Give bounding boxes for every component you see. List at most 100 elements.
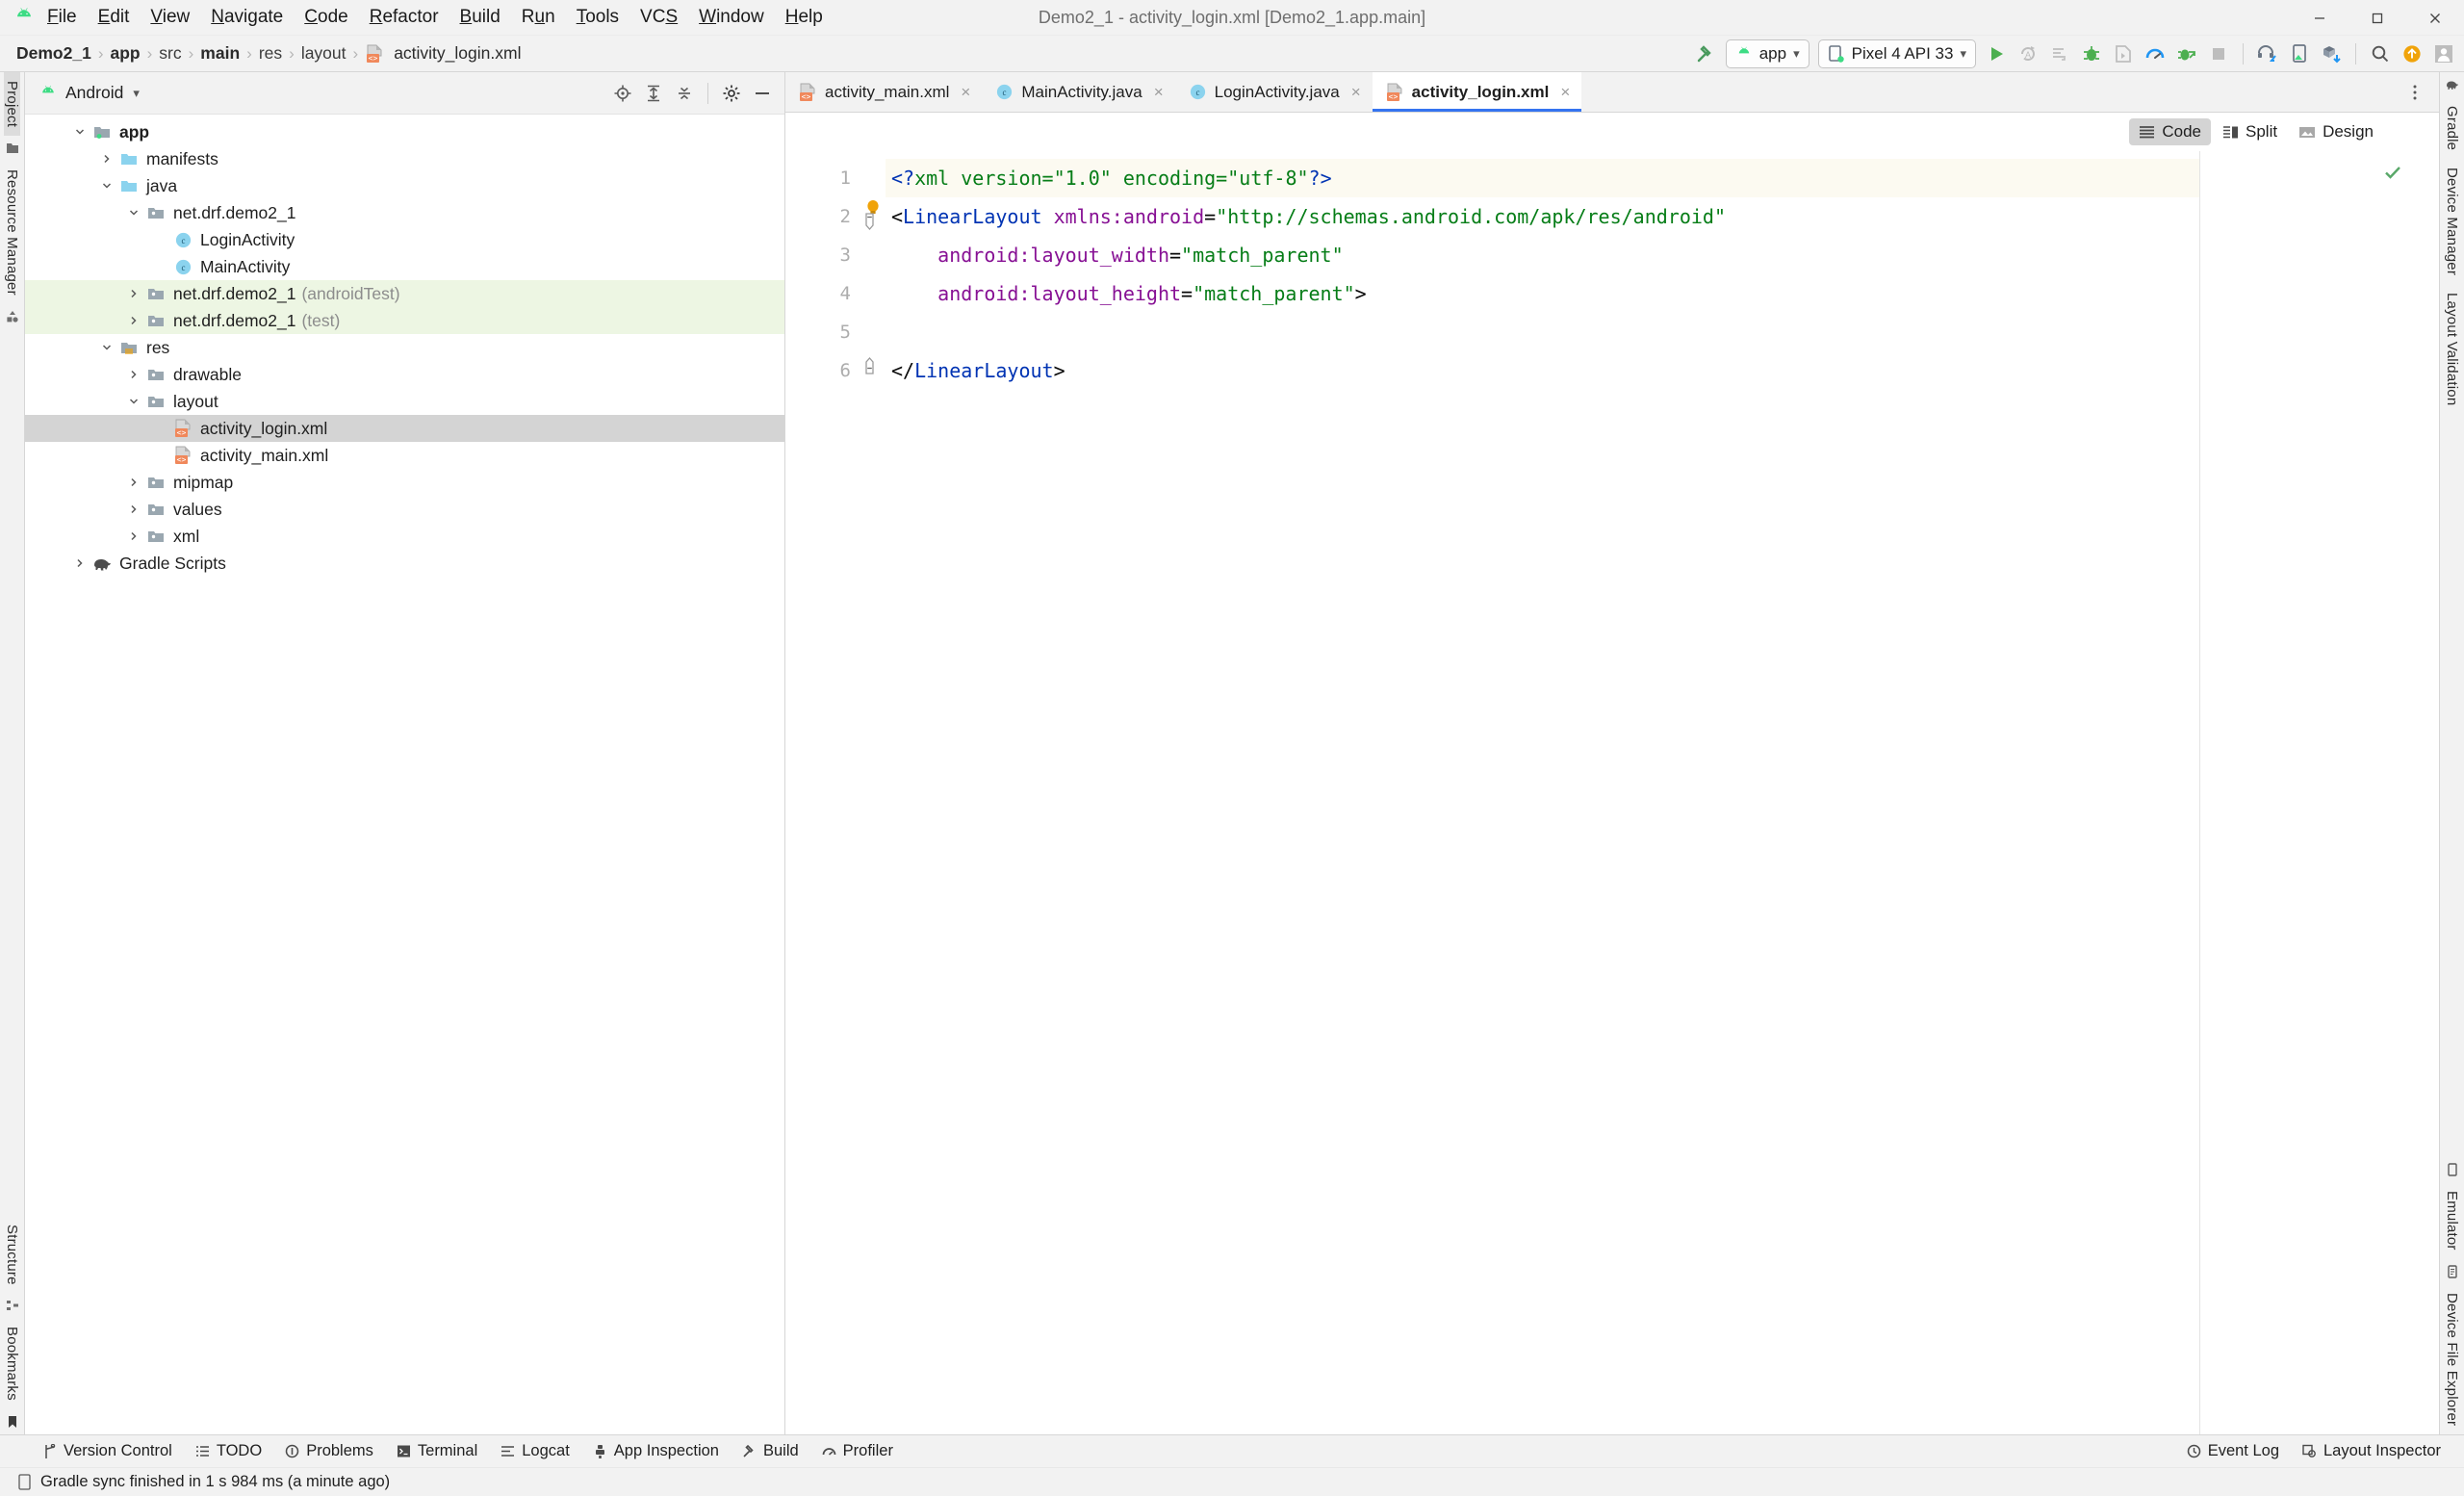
chevron-down-icon[interactable] [69,126,90,138]
rail-item-project[interactable]: Project [4,72,20,136]
tree-node-drawable[interactable]: drawable [25,361,784,388]
rail-item-gradle[interactable]: Gradle [2444,97,2460,159]
inspection-panel[interactable] [2200,151,2439,1434]
attach-debugger-button[interactable] [2172,39,2201,68]
minus-icon[interactable] [748,79,777,108]
more-options-icon[interactable] [2400,78,2429,107]
code-line-4[interactable]: android:layout_height="match_parent"> [886,274,2199,313]
minimize-button[interactable] [2291,0,2348,36]
fold-end-marker-icon[interactable] [863,357,879,376]
menu-view[interactable]: View [140,4,200,31]
code-line-6[interactable]: </LinearLayout> [886,351,2199,390]
menu-run[interactable]: Run [511,4,566,31]
chevron-right-icon[interactable] [123,503,144,515]
fold-gutter[interactable] [860,151,886,1434]
tree-node-res[interactable]: res [25,334,784,361]
code-content[interactable]: <?xml version="1.0" encoding="utf-8"?> <… [886,151,2200,1434]
rail-item-bookmarks[interactable]: Bookmarks [4,1318,20,1409]
editor-tab-login-activity-java[interactable]: c LoginActivity.java × [1175,72,1373,112]
close-icon[interactable]: × [961,83,970,102]
tree-node-manifests[interactable]: manifests [25,145,784,172]
resource-manager-icon[interactable] [6,304,19,329]
close-icon[interactable]: × [1154,83,1164,102]
hammer-build-icon[interactable] [1691,39,1720,68]
chevron-right-icon[interactable] [123,369,144,380]
mode-code-button[interactable]: Code [2129,118,2211,145]
rail-item-layout-validation[interactable]: Layout Validation [2444,284,2460,414]
chevron-right-icon[interactable] [123,530,144,542]
bottom-item-version-control[interactable]: Version Control [33,1438,182,1464]
tree-node-mipmap[interactable]: mipmap [25,469,784,496]
menu-window[interactable]: Window [688,4,775,31]
breadcrumb-item-2[interactable]: src [154,42,186,64]
chevron-down-icon[interactable] [96,342,117,353]
code-line-5[interactable] [886,313,2199,351]
chevron-down-icon[interactable] [123,207,144,219]
bottom-item-todo[interactable]: TODO [186,1438,271,1464]
chevron-right-icon[interactable] [96,153,117,165]
bottom-item-build[interactable]: Build [732,1438,808,1464]
profiler-gauge-icon[interactable] [2141,39,2169,68]
mode-design-button[interactable]: Design [2289,118,2383,145]
fold-marker-icon[interactable] [863,211,879,232]
tree-node-app[interactable]: app [25,118,784,145]
chevron-right-icon[interactable] [123,315,144,326]
rail-item-structure[interactable]: Structure [4,1216,20,1294]
code-line-1[interactable]: <?xml version="1.0" encoding="utf-8"?> [886,159,2199,197]
tree-node-java[interactable]: java [25,172,784,199]
mode-split-button[interactable]: Split [2213,118,2287,145]
tree-node-activity-main-xml[interactable]: <> activity_main.xml [25,442,784,469]
chevron-down-icon[interactable]: ▾ [133,86,140,101]
project-view-selector-label[interactable]: Android [65,83,123,103]
search-icon[interactable] [2366,39,2395,68]
debug-bug-icon[interactable] [2077,39,2106,68]
rail-item-device-manager[interactable]: Device Manager [2444,159,2460,284]
bottom-item-profiler[interactable]: Profiler [812,1438,903,1464]
target-crosshair-icon[interactable] [608,79,637,108]
tree-node-xml[interactable]: xml [25,523,784,550]
bookmark-icon[interactable] [6,1409,19,1434]
device-selector[interactable]: Pixel 4 API 33 ▾ [1818,39,1976,68]
editor-tab-activity-login-xml[interactable]: <> activity_login.xml × [1373,72,1582,112]
menu-file[interactable]: File [37,4,88,31]
tree-node-package-test[interactable]: net.drf.demo2_1 (test) [25,307,784,334]
gear-icon[interactable] [717,79,746,108]
project-icon[interactable] [6,136,19,161]
bottom-item-terminal[interactable]: Terminal [387,1438,487,1464]
menu-edit[interactable]: Edit [88,4,141,31]
layout-inspector-button[interactable] [2285,39,2314,68]
breadcrumb-item-4[interactable]: res [254,42,287,64]
tree-node-package-main[interactable]: net.drf.demo2_1 [25,199,784,226]
maximize-button[interactable] [2348,0,2406,36]
rail-item-emulator[interactable]: Emulator [2444,1182,2460,1259]
code-line-2[interactable]: <LinearLayout xmlns:android="http://sche… [886,197,2199,236]
menu-tools[interactable]: Tools [566,4,629,31]
device-file-explorer-icon[interactable] [2446,1259,2459,1284]
tree-node-login-activity[interactable]: c LoginActivity [25,226,784,253]
chevron-down-icon[interactable] [96,180,117,192]
close-button[interactable] [2406,0,2464,36]
breadcrumb-file[interactable]: <> activity_login.xml [360,42,526,64]
breadcrumb-item-1[interactable]: app [106,42,145,64]
editor-tab-activity-main-xml[interactable]: <> activity_main.xml × [785,72,982,112]
menu-build[interactable]: Build [449,4,511,31]
menu-vcs[interactable]: VCS [629,4,688,31]
chevron-right-icon[interactable] [123,288,144,299]
tree-node-layout[interactable]: layout [25,388,784,415]
breadcrumb-item-0[interactable]: Demo2_1 [12,42,96,64]
expand-all-icon[interactable] [639,79,668,108]
bottom-item-problems[interactable]: Problems [275,1438,383,1464]
rail-item-resource-manager[interactable]: Resource Manager [4,161,20,304]
menu-code[interactable]: Code [294,4,358,31]
bottom-item-logcat[interactable]: Logcat [491,1438,579,1464]
structure-icon[interactable] [6,1293,19,1318]
sdk-download-icon[interactable] [2317,39,2346,68]
avatar-icon[interactable] [2429,39,2458,68]
gradle-icon[interactable] [2446,72,2459,97]
apply-code-changes-button[interactable] [2045,39,2074,68]
collapse-all-icon[interactable] [670,79,699,108]
bottom-item-app-inspection[interactable]: App Inspection [583,1438,729,1464]
rail-item-device-file-explorer[interactable]: Device File Explorer [2444,1284,2460,1434]
breadcrumb-item-3[interactable]: main [195,42,244,64]
breadcrumb-item-5[interactable]: layout [296,42,351,64]
